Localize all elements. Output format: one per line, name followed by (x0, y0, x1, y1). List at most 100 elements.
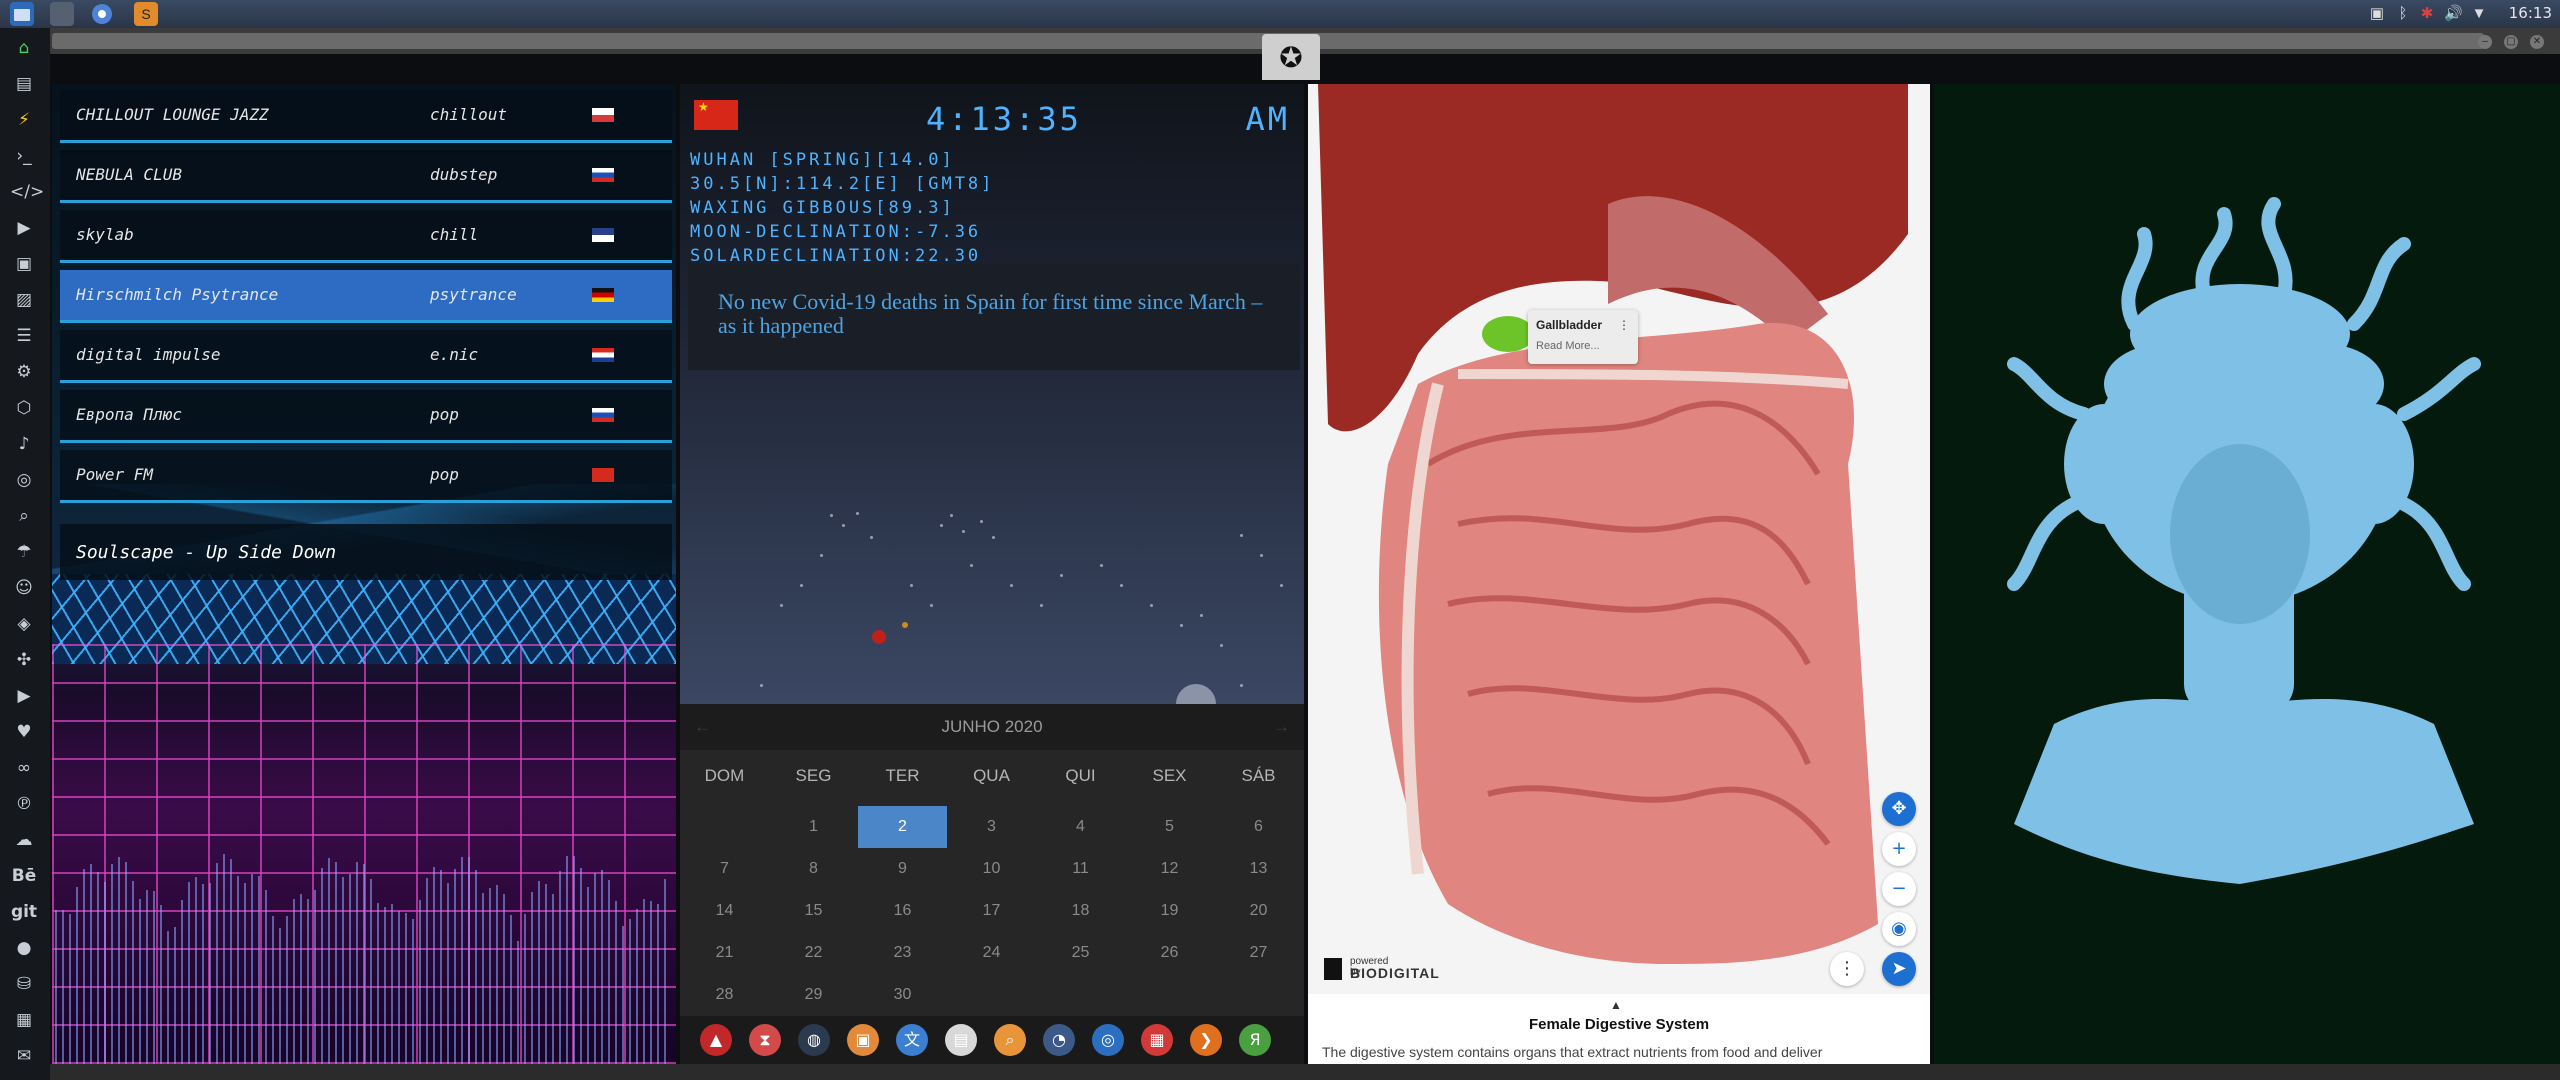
alert-icon[interactable]: ✱ (2418, 5, 2436, 23)
arrow-app-icon[interactable]: ❯ (1190, 1024, 1222, 1056)
pinterest-icon[interactable]: ℗ (10, 790, 38, 818)
list-icon[interactable]: ☰ (10, 322, 38, 350)
calendar-app-icon[interactable]: ▦ (1141, 1024, 1173, 1056)
yandex-icon[interactable]: Я (1239, 1024, 1271, 1056)
hexagon-icon[interactable]: ⬡ (10, 394, 38, 422)
next-month-icon[interactable]: → (1273, 704, 1290, 750)
news-card[interactable]: No new Covid-19 deaths in Spain for firs… (688, 264, 1300, 370)
chrome-icon[interactable] (90, 2, 114, 26)
web-icon[interactable]: ◎ (1092, 1024, 1124, 1056)
station-row[interactable]: NEBULA CLUB dubstep (60, 150, 672, 203)
files-icon[interactable] (10, 2, 34, 26)
calendar-day[interactable]: 6 (1214, 806, 1303, 848)
code-icon[interactable]: </> (10, 178, 44, 206)
calendar-day[interactable]: 23 (858, 932, 947, 974)
chevron-up-icon[interactable]: ▲ (1610, 998, 1622, 1012)
cubes-icon[interactable]: ⛁ (10, 970, 38, 998)
terminal-icon[interactable]: ›_ (10, 142, 38, 170)
screenshot-icon[interactable]: ▣ (2368, 5, 2386, 23)
calendar-day[interactable]: 28 (680, 974, 769, 1016)
umbrella-icon[interactable]: ☂ (10, 538, 38, 566)
station-row[interactable]: skylab chill (60, 210, 672, 263)
digestive-system-model[interactable] (1308, 84, 1930, 994)
zoom-in-icon[interactable]: + (1882, 832, 1916, 866)
behance-icon[interactable]: Bē (10, 862, 38, 890)
calendar-day[interactable]: 9 (858, 848, 947, 890)
calendar-day[interactable]: 17 (947, 890, 1036, 932)
video-icon[interactable]: ▣ (10, 250, 38, 278)
system-clock[interactable]: 16:13 (2509, 4, 2552, 22)
station-row[interactable]: Европа Плюс pop (60, 390, 672, 443)
cloud-icon[interactable]: ☁ (10, 826, 38, 854)
git-icon[interactable]: git (10, 898, 38, 926)
infinity-icon[interactable]: ∞ (10, 754, 38, 782)
calendar-day[interactable]: 22 (769, 932, 858, 974)
play-icon[interactable]: ▶ (10, 214, 38, 242)
close-button[interactable]: ✕ (2530, 35, 2544, 49)
search-app-icon[interactable]: ⌕ (994, 1024, 1026, 1056)
calendar-day[interactable]: 24 (947, 932, 1036, 974)
rebel-alliance-icon[interactable]: ✪ (1262, 34, 1320, 80)
volume-icon[interactable]: 🔊 (2444, 5, 2463, 23)
minimize-button[interactable]: – (2478, 35, 2492, 49)
calendar-day[interactable]: 30 (858, 974, 947, 1016)
calendar-day[interactable]: 18 (1036, 890, 1125, 932)
prev-month-icon[interactable]: ← (694, 704, 711, 750)
station-row[interactable]: Power FM pop (60, 450, 672, 503)
calendar-day[interactable]: 27 (1214, 932, 1303, 974)
image-icon[interactable]: ▨ (10, 286, 38, 314)
news-headline[interactable]: No new Covid-19 deaths in Spain for firs… (718, 290, 1278, 338)
calendar-day[interactable]: 13 (1214, 848, 1303, 890)
home-icon[interactable]: ⌂ (10, 34, 38, 62)
calendar-day[interactable]: 10 (947, 848, 1036, 890)
calendar-day[interactable]: 7 (680, 848, 769, 890)
now-playing[interactable]: Soulscape - Up Side Down (60, 524, 672, 580)
clock-app-icon[interactable]: ◔ (1043, 1024, 1075, 1056)
calendar-day-selected[interactable]: 2 (858, 806, 947, 848)
calendar-day[interactable]: 3 (947, 806, 1036, 848)
zoom-out-icon[interactable]: − (1882, 872, 1916, 906)
calendar-day[interactable]: 12 (1125, 848, 1214, 890)
reset-view-icon[interactable]: ◉ (1882, 912, 1916, 946)
document-icon[interactable]: ▤ (10, 70, 38, 98)
calendar-day[interactable]: 16 (858, 890, 947, 932)
station-row[interactable]: CHILLOUT LOUNGE JAZZ chillout (60, 90, 672, 143)
tag-icon[interactable]: ◈ (10, 610, 38, 638)
mail-icon[interactable]: ✉ (10, 1042, 38, 1070)
station-row[interactable]: Hirschmilch Psytrance psytrance (60, 270, 672, 323)
lightning-icon[interactable]: ⚡ (10, 106, 38, 134)
calendar-day[interactable]: 11 (1036, 848, 1125, 890)
more-options-icon[interactable]: ⋮ (1618, 318, 1630, 332)
calendar-day[interactable]: 14 (680, 890, 769, 932)
calendar-day[interactable]: 1 (769, 806, 858, 848)
heart-icon[interactable]: ♥ (10, 718, 38, 746)
calendar-day[interactable]: 26 (1125, 932, 1214, 974)
calendar-day[interactable]: 4 (1036, 806, 1125, 848)
search-icon[interactable]: ⌕ (10, 502, 38, 530)
wifi-icon[interactable]: ▼ (2470, 5, 2488, 23)
translate-icon[interactable]: 文 (896, 1024, 928, 1056)
hourglass-icon[interactable]: ⧗ (749, 1024, 781, 1056)
calendar-day[interactable]: 21 (680, 932, 769, 974)
station-row[interactable]: digital impulse e.nic (60, 330, 672, 383)
menu-dots-icon[interactable]: ⋮ (1830, 952, 1864, 986)
youtube-icon[interactable]: ▶ (10, 682, 38, 710)
globe-icon[interactable]: ◎ (10, 466, 38, 494)
github-icon[interactable]: ● (10, 934, 38, 962)
map-icon[interactable]: ▦ (10, 1006, 38, 1034)
navigate-icon[interactable]: ➤ (1882, 952, 1916, 986)
calendar-day[interactable]: 8 (769, 848, 858, 890)
calendar-day[interactable]: 15 (769, 890, 858, 932)
bluetooth-icon[interactable]: ᛒ (2394, 5, 2412, 23)
angular-icon[interactable]: ▲ (700, 1024, 732, 1056)
calendar-day[interactable]: 29 (769, 974, 858, 1016)
app-icon[interactable] (50, 2, 74, 26)
image-viewer-icon[interactable]: ▣ (847, 1024, 879, 1056)
contacts-icon[interactable]: ☺ (10, 574, 38, 602)
calendar-day[interactable]: 19 (1125, 890, 1214, 932)
calendar-day[interactable]: 5 (1125, 806, 1214, 848)
globe-dark-icon[interactable]: ◍ (798, 1024, 830, 1056)
gallbladder-tooltip[interactable]: Gallbladder ⋮ Read More... (1528, 310, 1638, 364)
maximize-button[interactable]: ▢ (2504, 35, 2518, 49)
calendar-day[interactable]: 25 (1036, 932, 1125, 974)
